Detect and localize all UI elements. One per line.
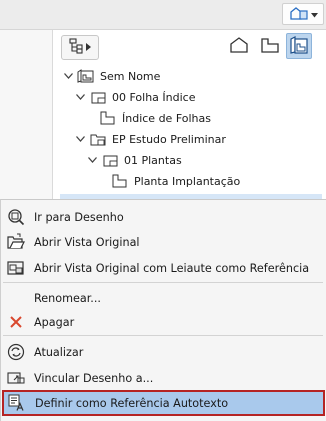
menu-item-rename[interactable]: Renomear... <box>1 287 325 309</box>
menu-item-delete[interactable]: Apagar <box>1 311 325 333</box>
navigator-tree-icon <box>69 38 83 57</box>
delete-x-icon <box>7 313 25 331</box>
menu-item-label: Definir como Referência Autotexto <box>35 396 229 410</box>
menu-item-open-with-reference[interactable]: Abrir Vista Original com Leiaute como Re… <box>1 257 325 279</box>
layout-book-icon <box>77 69 95 83</box>
tree-item-root[interactable]: Sem Nome <box>63 66 160 86</box>
link-drawing-icon <box>7 369 25 387</box>
menu-item-set-autotext-reference[interactable]: Definir como Referência Autotexto <box>2 390 325 416</box>
menu-item-refresh[interactable]: Atualizar <box>1 341 325 363</box>
autotext-reference-icon <box>8 394 26 412</box>
tree-item-folha-indice[interactable]: 00 Folha Índice <box>75 87 196 107</box>
tree-item-label: Índice de Folhas <box>122 111 211 125</box>
layout-icon <box>111 174 129 188</box>
top-toolbar <box>0 0 326 30</box>
project-map-button[interactable] <box>226 33 252 59</box>
navigator-toolbar <box>53 30 326 64</box>
menu-item-label: Atualizar <box>34 345 84 359</box>
open-folder-icon <box>7 233 25 251</box>
tree-item-label: EP Estudo Preliminar <box>112 132 226 146</box>
layout-icon <box>99 111 117 125</box>
chevron-down-icon[interactable] <box>87 155 97 165</box>
menu-item-go-to-drawing[interactable]: Ir para Desenho <box>1 206 325 228</box>
tree-item-label: Planta Implantação <box>134 174 241 188</box>
layout-book-button[interactable] <box>286 33 312 59</box>
context-menu: Ir para Desenho Abrir Vista Original Abr… <box>0 199 326 421</box>
tree-item-label: Sem Nome <box>100 69 161 83</box>
menu-item-label: Abrir Vista Original <box>34 235 140 249</box>
tree-item-label: 01 Plantas <box>124 153 182 167</box>
open-reference-icon <box>7 259 25 277</box>
master-layout-icon <box>101 153 119 167</box>
navigator-menu-button[interactable] <box>61 35 99 60</box>
caret-right-icon <box>86 41 91 54</box>
chevron-down-icon[interactable] <box>63 71 73 81</box>
menu-separator <box>3 282 323 283</box>
menu-item-label: Apagar <box>34 315 75 329</box>
menu-item-label: Ir para Desenho <box>34 210 124 224</box>
view-map-button[interactable] <box>257 33 283 59</box>
go-to-drawing-icon <box>7 208 25 226</box>
menu-item-label: Abrir Vista Original com Leiaute como Re… <box>34 261 310 275</box>
layout-book-icon <box>289 35 309 58</box>
menu-item-label: Renomear... <box>34 291 101 305</box>
navigator-layout-icon <box>289 6 309 23</box>
chevron-down-icon[interactable] <box>75 134 85 144</box>
project-map-icon <box>229 36 249 57</box>
subset-folder-icon <box>89 132 107 146</box>
tree-item-planta-implantacao[interactable]: Planta Implantação <box>111 171 240 191</box>
tree-item-plantas[interactable]: 01 Plantas <box>87 150 182 170</box>
refresh-icon <box>7 343 25 361</box>
menu-item-label: Vincular Desenho a... <box>34 371 154 385</box>
navigator-view-button[interactable] <box>282 3 324 25</box>
menu-item-link-drawing[interactable]: Vincular Desenho a... <box>1 367 325 389</box>
tree-item-indice-de-folhas[interactable]: Índice de Folhas <box>99 108 211 128</box>
master-layout-icon <box>89 90 107 104</box>
caret-down-icon <box>310 8 318 21</box>
tree-item-label: 00 Folha Índice <box>112 90 196 104</box>
tree-item-estudo-preliminar[interactable]: EP Estudo Preliminar <box>75 129 226 149</box>
menu-separator <box>3 335 323 336</box>
view-map-icon <box>260 36 280 57</box>
chevron-down-icon[interactable] <box>75 92 85 102</box>
menu-item-open-original-view[interactable]: Abrir Vista Original <box>1 231 325 253</box>
navigator-panel: Sem Nome 00 Folha Índice Índice de Folha… <box>53 30 326 210</box>
